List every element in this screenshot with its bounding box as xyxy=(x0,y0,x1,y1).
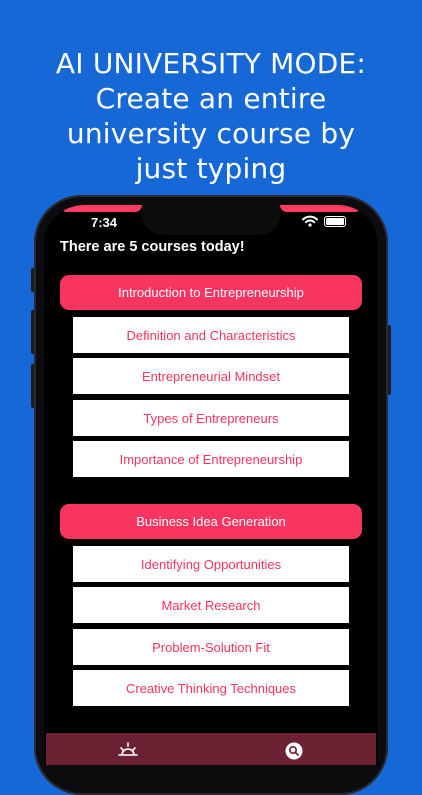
status-time: 7:34 xyxy=(91,215,118,230)
search-icon[interactable] xyxy=(284,741,304,761)
notch xyxy=(142,205,280,235)
topic-item[interactable]: Types of Entrepreneurs xyxy=(73,400,349,436)
status-bar: 7:34 xyxy=(44,205,378,237)
courses-count-heading: There are 5 courses today! xyxy=(60,239,245,255)
battery-icon xyxy=(324,216,346,227)
topic-item[interactable]: Creative Thinking Techniques xyxy=(73,670,349,706)
promo-line: university course by xyxy=(66,117,356,150)
tab-bar xyxy=(46,733,376,765)
topic-item[interactable]: Definition and Characteristics xyxy=(73,317,349,353)
topic-item[interactable]: Entrepreneurial Mindset xyxy=(73,358,349,394)
topic-item[interactable]: Market Research xyxy=(73,587,349,623)
promo-line: AI UNIVERSITY MODE: xyxy=(55,47,367,80)
wallpaper-strip xyxy=(280,205,362,212)
course-button-intro-entrepreneurship[interactable]: Introduction to Entrepreneurship xyxy=(60,275,362,310)
promo-line: Create an entire xyxy=(95,82,327,115)
topic-item[interactable]: Identifying Opportunities xyxy=(73,546,349,582)
wifi-icon xyxy=(302,215,318,227)
course-button-business-idea-generation[interactable]: Business Idea Generation xyxy=(60,504,362,539)
phone-screen: 7:34 There are 5 courses today! Introduc… xyxy=(44,205,378,765)
promo-line: just typing xyxy=(135,152,287,185)
promo-headline: AI UNIVERSITY MODE: Create an entire uni… xyxy=(0,46,422,186)
topic-item[interactable]: Importance of Entrepreneurship xyxy=(73,441,349,477)
battery-level xyxy=(326,218,344,225)
topic-item[interactable]: Problem-Solution Fit xyxy=(73,629,349,665)
sunrise-icon[interactable] xyxy=(118,741,138,761)
wallpaper-strip xyxy=(60,205,142,212)
